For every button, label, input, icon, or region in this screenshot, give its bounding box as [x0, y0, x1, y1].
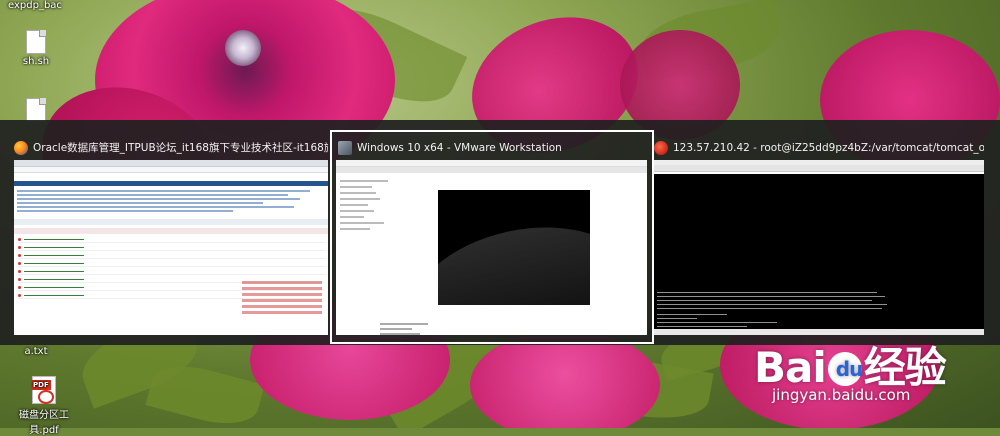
- file-icon: [26, 98, 46, 122]
- desktop-icon-label: sh.sh: [22, 56, 50, 67]
- file-icon: [26, 30, 46, 54]
- window-title: Oracle数据库管理_ITPUB论坛_it168旗下专业技术社区-it168旗…: [14, 139, 328, 157]
- window-title-text: Oracle数据库管理_ITPUB论坛_it168旗下专业技术社区-it168旗…: [33, 142, 328, 154]
- flower-center: [225, 30, 261, 66]
- window-title: Windows 10 x64 - VMware Workstation: [338, 139, 644, 157]
- desktop-icon-label: a.txt: [24, 346, 48, 357]
- pdf-badge: PDF: [31, 380, 51, 390]
- baidu-paw-icon: du: [827, 352, 864, 386]
- desktop-icon-label: 磁盘分区工具.pdf: [19, 410, 69, 436]
- desktop-label-fragment: expdp_bac: [0, 0, 78, 11]
- firefox-icon: [14, 141, 28, 155]
- window-thumbnail: [14, 160, 328, 335]
- task-switcher: Oracle数据库管理_ITPUB论坛_it168旗下专业技术社区-it168旗…: [0, 120, 1000, 345]
- desktop-label: expdp_bac: [8, 0, 62, 11]
- vmware-icon: [338, 141, 352, 155]
- window-title-text: 123.57.210.42 - root@iZ25dd9pz4bZ:/var/t…: [673, 142, 984, 154]
- acrobat-mark-icon: [38, 390, 54, 404]
- switcher-window-vmware[interactable]: Windows 10 x64 - VMware Workstation: [330, 130, 654, 344]
- window-title: 123.57.210.42 - root@iZ25dd9pz4bZ:/var/t…: [654, 139, 984, 157]
- desktop-icon-sh[interactable]: sh.sh: [12, 30, 60, 67]
- logo-text-right: 经验: [863, 343, 947, 392]
- window-title-text: Windows 10 x64 - VMware Workstation: [357, 142, 562, 154]
- logo-paw-text: du: [835, 357, 864, 381]
- xshell-icon: [654, 141, 668, 155]
- desktop-icon-pdf[interactable]: PDF 磁盘分区工具.pdf: [14, 376, 74, 436]
- terminal-preview: [654, 174, 984, 335]
- pdf-icon: PDF: [31, 376, 56, 404]
- switcher-window-xshell[interactable]: 123.57.210.42 - root@iZ25dd9pz4bZ:/var/t…: [654, 132, 984, 340]
- watermark-url: jingyan.baidu.com: [772, 386, 911, 404]
- window-thumbnail: [336, 160, 647, 335]
- logo-text-left: Bai: [754, 343, 827, 392]
- vm-console-preview: [438, 190, 590, 305]
- switcher-window-firefox[interactable]: Oracle数据库管理_ITPUB论坛_it168旗下专业技术社区-it168旗…: [14, 132, 328, 340]
- window-thumbnail: [654, 160, 984, 335]
- desktop-icon-txt[interactable]: a.txt: [12, 346, 60, 357]
